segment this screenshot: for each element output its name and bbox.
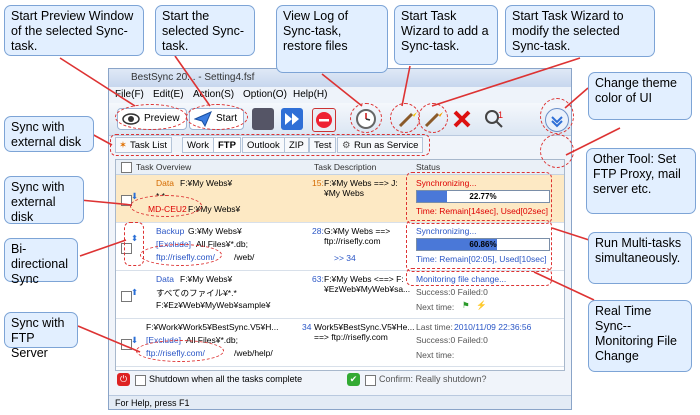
callout-text: Bi-directional Sync	[11, 242, 68, 286]
callout-multi: Run Multi-tasks simultaneously.	[588, 232, 692, 284]
callout-wizard-modify: Start Task Wizard to modify the selected…	[505, 5, 655, 57]
callout-text: Run Multi-tasks simultaneously.	[595, 236, 682, 265]
callout-ext-disk-1: Sync with external disk	[4, 116, 94, 152]
callout-ftp: Sync with FTP Server	[4, 312, 78, 360]
callout-realtime: Real Time Sync-- Monitoring File Change	[588, 300, 692, 372]
callout-ext-disk-2: Sync with external disk	[4, 176, 84, 224]
callout-bidir: Bi-directional Sync	[4, 238, 78, 286]
callout-text: Change theme color of UI	[595, 76, 678, 105]
callout-theme: Change theme color of UI	[588, 72, 692, 120]
callout-text: Start Task Wizard to modify the selected…	[512, 9, 624, 53]
callout-text: Real Time Sync-- Monitoring File Change	[595, 304, 677, 363]
callout-other-tools: Other Tool: Set FTP Proxy, mail server e…	[586, 148, 696, 214]
callout-text: Start the selected Sync-task.	[162, 9, 244, 53]
callout-log: View Log of Sync-task, restore files	[276, 5, 388, 73]
callout-text: View Log of Sync-task, restore files	[283, 9, 349, 53]
callout-text: Other Tool: Set FTP Proxy, mail server e…	[593, 152, 681, 196]
callout-start: Start the selected Sync-task.	[155, 5, 255, 56]
callout-text: Sync with external disk	[11, 180, 65, 224]
callout-wizard-add: Start Task Wizard to add a Sync-task.	[394, 5, 498, 65]
callout-preview: Start Preview Window of the selected Syn…	[4, 5, 144, 56]
callout-text: Sync with external disk	[11, 120, 82, 149]
callout-text: Start Task Wizard to add a Sync-task.	[401, 9, 489, 53]
callout-text: Start Preview Window of the selected Syn…	[11, 9, 134, 53]
